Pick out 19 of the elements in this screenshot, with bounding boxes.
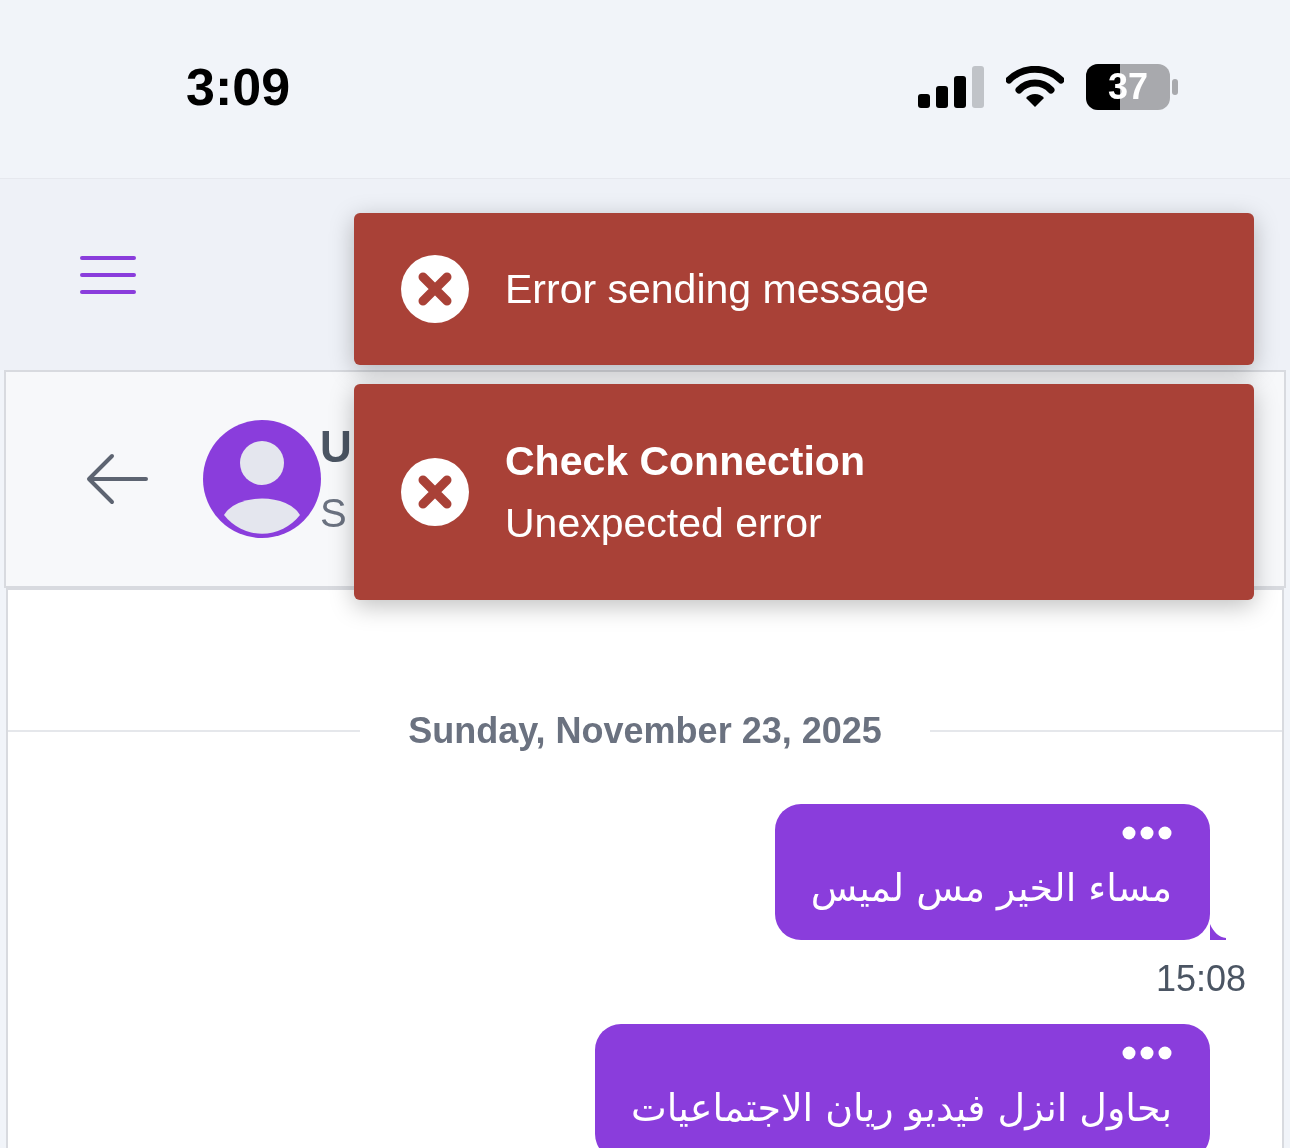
menu-icon[interactable] — [80, 254, 136, 295]
error-icon — [400, 457, 470, 527]
back-arrow-icon[interactable] — [86, 453, 148, 505]
date-divider: Sunday, November 23, 2025 — [407, 709, 883, 753]
contact-status: S — [320, 491, 347, 535]
signal-icon — [918, 66, 984, 108]
message-text: بحاول انزل فيديو ريان الاجتماعيات — [630, 1085, 1172, 1133]
toast-title: Check Connection — [505, 437, 865, 485]
message-time: 15:08 — [1155, 957, 1246, 1001]
more-options-icon[interactable] — [1122, 1046, 1172, 1060]
toast-message: Unexpected error — [505, 499, 823, 547]
avatar-icon — [202, 419, 322, 539]
message-text: مساء الخير مس لميس — [810, 865, 1172, 913]
status-time: 3:09 — [186, 57, 291, 118]
contact-name: U — [320, 423, 352, 471]
toast-message: Error sending message — [505, 265, 929, 313]
more-options-icon[interactable] — [1122, 826, 1172, 840]
wifi-icon — [1006, 66, 1064, 108]
error-icon — [400, 254, 470, 324]
